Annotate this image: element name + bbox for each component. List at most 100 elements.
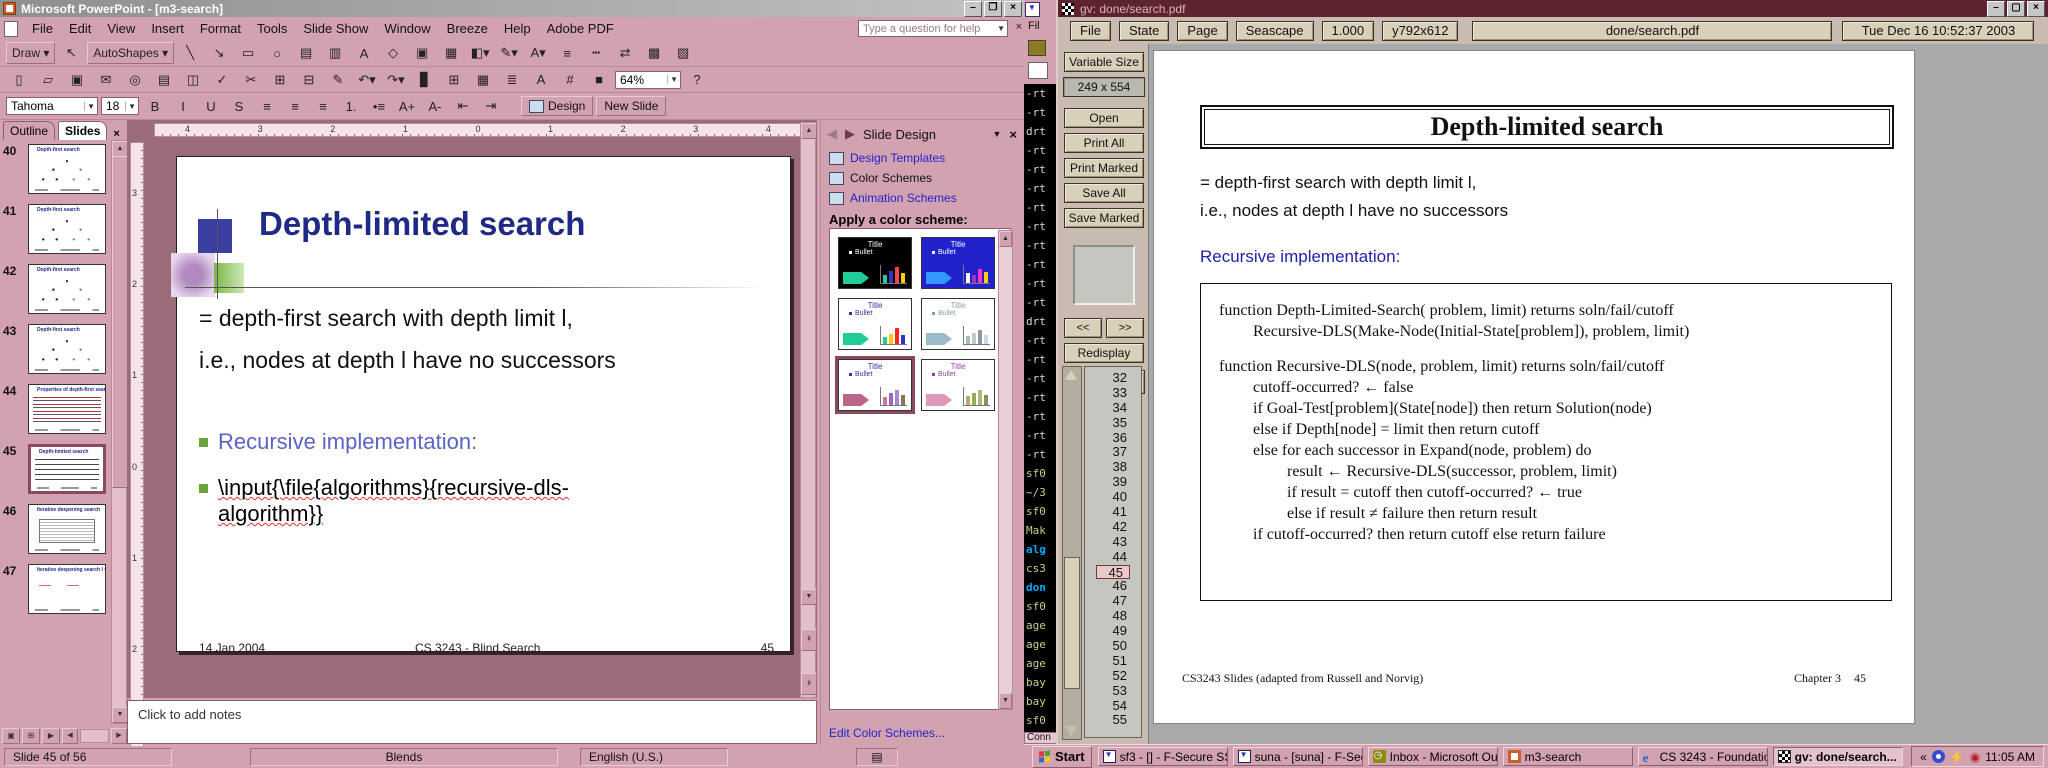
arrow-line-icon[interactable]: ↘ [206,42,232,64]
taskbar-button[interactable]: Inbox - Microsoft Out... [1368,747,1498,766]
page-number-item[interactable]: 34 [1093,401,1133,416]
new-slide-button[interactable]: New Slide [596,96,666,116]
page-list-scrollbar[interactable] [1062,366,1082,740]
design-button[interactable]: Design [521,96,593,116]
page-number-item[interactable]: 50 [1093,639,1133,654]
taskpane-close-icon[interactable]: × [1009,127,1017,142]
page-number-item[interactable]: 51 [1093,654,1133,669]
diagram-icon[interactable]: ◇ [380,42,406,64]
page-number-item[interactable]: 42 [1093,520,1133,535]
decrease-font-icon[interactable]: A- [422,95,448,117]
next-page-button[interactable]: >> [1106,318,1144,338]
show-formatting-icon[interactable]: A [528,69,554,91]
slideshow-view-button[interactable]: ▶ [42,728,60,744]
search-icon[interactable]: ◎ [122,69,148,91]
thumbnail-scrollbar[interactable]: ▲ ▼ [111,140,127,724]
close-button[interactable]: × [1004,1,1022,17]
gv-page-button[interactable]: Page [1177,21,1227,41]
tray-collapse-icon[interactable]: « [1920,750,1927,764]
bullet-item-1[interactable]: Recursive implementation: [199,429,477,455]
print-preview-icon[interactable]: ◫ [180,69,206,91]
dash-style-icon[interactable]: ┅ [583,42,609,64]
arrow-style-icon[interactable]: ⇄ [612,42,638,64]
shadow-style-icon[interactable]: ▩ [641,42,667,64]
color-scheme-option[interactable]: Title Bullet [921,237,995,289]
gv-file-button[interactable]: File [1070,21,1111,41]
scroll-up-icon[interactable]: ▲ [112,141,128,157]
page-number-item[interactable]: 41 [1093,505,1133,520]
slide-canvas[interactable]: Depth-limited search = depth-first searc… [176,156,791,652]
font-size-combo[interactable]: 18▼ [101,97,139,115]
expand-all-icon[interactable]: ≣ [499,69,525,91]
print-marked-button[interactable]: Print Marked [1064,158,1144,178]
slide-thumbnail[interactable]: Depth-first search [28,204,106,254]
tray-magnifier-icon[interactable]: ◉ [1970,750,1980,764]
chevron-down-icon[interactable]: ▼ [997,24,1005,33]
taskbar-button[interactable]: sf3 - [] - F-Secure SS... [1098,747,1228,766]
fill-color-icon[interactable]: ◧▾ [467,42,493,64]
slide-thumbnail[interactable]: Depth-first search [28,324,106,374]
menu-slide-show[interactable]: Slide Show [295,18,376,39]
color-scheme-option[interactable]: Title Bullet [921,298,995,350]
taskpane-link-color-schemes[interactable]: Color Schemes [829,168,957,188]
gv-seascape-button[interactable]: Seascape [1236,21,1314,41]
page-number-item[interactable]: 36 [1093,431,1133,446]
slide-thumbnail[interactable]: Depth-first search [28,264,106,314]
taskpane-link-design-templates[interactable]: Design Templates [829,148,957,168]
background-file-menu[interactable]: Fil [1028,20,1040,32]
minimize-button[interactable]: – [1987,1,2005,17]
save-marked-button[interactable]: Save Marked [1064,208,1144,228]
print-all-button[interactable]: Print All [1064,133,1144,153]
slide-thumbnail[interactable]: Depth-limited search [28,444,106,494]
slide-thumbnail[interactable]: Properties of depth-first search [28,384,106,434]
color-scheme-option[interactable]: Title Bullet [838,359,912,411]
close-button[interactable]: × [2027,1,2045,17]
spelling-icon[interactable]: ✓ [209,69,235,91]
maximize-button[interactable]: ▢ [2007,1,2025,17]
tab-slides[interactable]: Slides [58,121,107,140]
xterm-window[interactable]: -rt-rtdrt-rt-rt-rt-rt-rt-rt-rt-rt-rtdrt-… [1024,84,1056,732]
align-left-icon[interactable]: ≡ [254,95,280,117]
menu-adobe-pdf[interactable]: Adobe PDF [539,18,622,39]
increase-font-icon[interactable]: A+ [394,95,420,117]
redisplay-button[interactable]: Redisplay [1064,343,1144,363]
font-name-combo[interactable]: Tahoma▼ [6,97,98,115]
wordart-icon[interactable]: A [351,42,377,64]
zoom-combo[interactable]: 64%▼ [615,71,681,89]
taskpane-scrollbar[interactable]: ▲ ▼ [998,230,1013,710]
variable-size-button[interactable]: Variable Size [1064,52,1144,72]
gv-filename-field[interactable]: done/search.pdf [1472,21,1832,41]
page-number-item[interactable]: 40 [1093,490,1133,505]
scroll-up-icon[interactable] [1065,370,1077,380]
edit-color-schemes-link[interactable]: Edit Color Schemes... [829,726,945,740]
scrollbar-thumb[interactable] [1064,557,1080,689]
numbering-icon[interactable]: 1. [338,95,364,117]
increase-indent-icon[interactable]: ⇥ [478,95,504,117]
slide-thumbnail[interactable]: Iterative deepening search l =0 [28,564,106,614]
gv-state-button[interactable]: State [1119,21,1169,41]
tab-outline[interactable]: Outline [3,121,55,140]
page-number-item[interactable]: 45 [1096,565,1130,580]
start-button[interactable]: Start [1032,746,1092,768]
gv-y792x612-button[interactable]: y792x612 [1382,21,1458,41]
taskpane-menu-icon[interactable]: ▼ [992,129,1001,139]
align-right-icon[interactable]: ≡ [310,95,336,117]
cut-icon[interactable]: ✂ [238,69,264,91]
slide-thumbnail[interactable]: Iterative deepening search [28,504,106,554]
notes-pane[interactable]: Click to add notes [127,700,817,744]
page-number-item[interactable]: 48 [1093,609,1133,624]
line-color-icon[interactable]: ✎▾ [496,42,522,64]
pane-close-icon[interactable]: × [113,128,119,140]
hscroll-right-icon[interactable]: ▶ [111,728,127,744]
help-search-input[interactable]: Type a question for help ▼ [858,20,1008,37]
rectangle-icon[interactable]: ▭ [235,42,261,64]
gv-1000-button[interactable]: 1.000 [1322,21,1375,41]
save-all-button[interactable]: Save All [1064,183,1144,203]
page-number-item[interactable]: 49 [1093,624,1133,639]
taskbar-button[interactable]: gv: done/search... [1773,747,1903,766]
help-icon[interactable]: ? [684,69,710,91]
page-number-item[interactable]: 55 [1093,713,1133,728]
copy-icon[interactable]: ⊞ [267,69,293,91]
format-painter-icon[interactable]: ✎ [325,69,351,91]
page-number-item[interactable]: 39 [1093,475,1133,490]
